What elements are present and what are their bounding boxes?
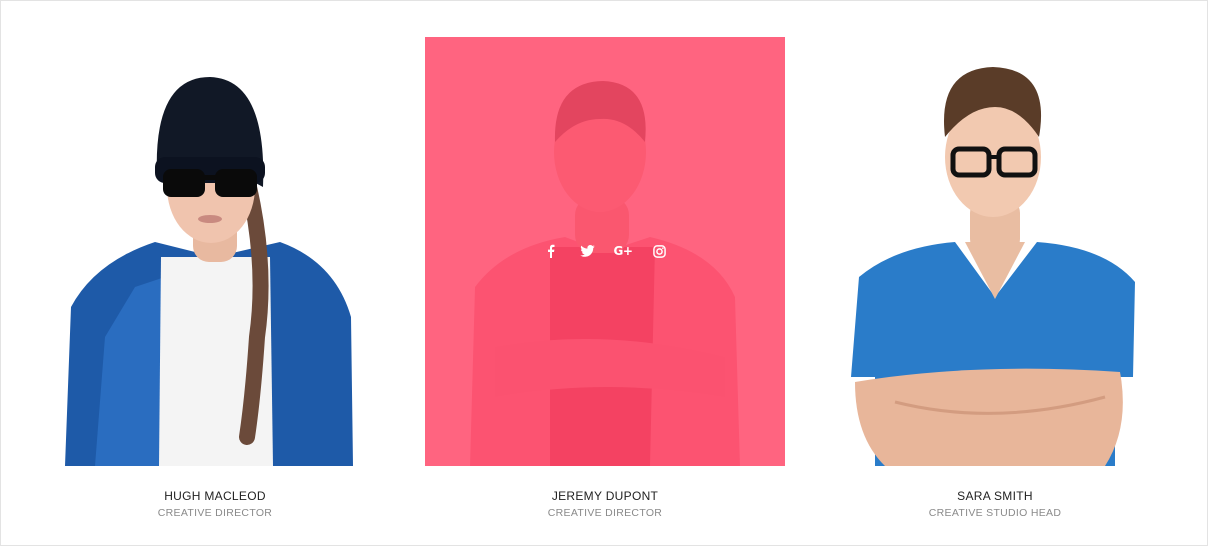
- social-links: G+: [542, 242, 668, 260]
- team-member-photo[interactable]: G+: [425, 37, 785, 466]
- team-member-photo[interactable]: [815, 37, 1175, 466]
- google-plus-icon[interactable]: G+: [613, 242, 633, 260]
- team-member-card[interactable]: G+ JEREMY DUPONT CREATIVE DIRECTOR: [425, 37, 785, 520]
- hover-overlay: G+: [425, 37, 785, 466]
- google-plus-glyph: G+: [613, 244, 633, 258]
- member-name: JEREMY DUPONT: [551, 489, 659, 503]
- twitter-icon[interactable]: [578, 242, 596, 260]
- team-member-photo[interactable]: [35, 37, 395, 466]
- member-role: CREATIVE DIRECTOR: [547, 507, 663, 519]
- team-section: HUGH MACLEOD CREATIVE DIRECTOR G+ JEREMY…: [0, 0, 1208, 546]
- team-member-card[interactable]: HUGH MACLEOD CREATIVE DIRECTOR: [35, 37, 395, 520]
- member-name: HUGH MACLEOD: [164, 489, 266, 503]
- member-role: CREATIVE STUDIO HEAD: [928, 507, 1062, 519]
- facebook-icon[interactable]: [542, 242, 560, 260]
- member-role: CREATIVE DIRECTOR: [157, 507, 273, 519]
- instagram-icon[interactable]: [650, 242, 668, 260]
- team-member-card[interactable]: SARA SMITH CREATIVE STUDIO HEAD: [815, 37, 1175, 520]
- woman-portrait-image: [65, 77, 353, 466]
- man-with-glasses-portrait-image: [851, 67, 1135, 466]
- member-name: SARA SMITH: [957, 489, 1033, 503]
